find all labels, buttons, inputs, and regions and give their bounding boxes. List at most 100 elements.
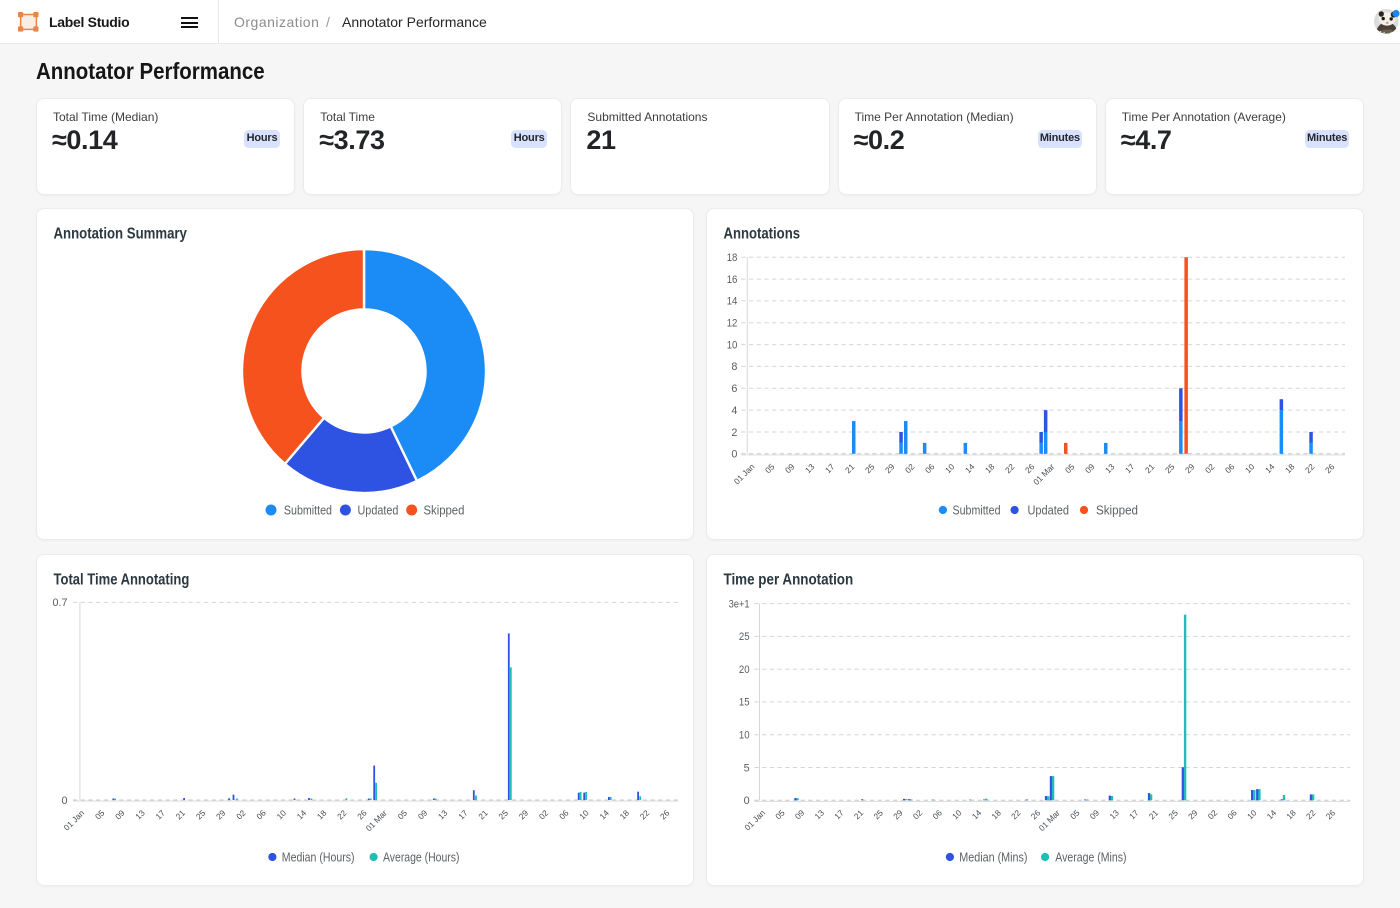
svg-text:15: 15: [739, 697, 750, 709]
svg-text:09: 09: [1088, 807, 1102, 821]
svg-text:22: 22: [335, 808, 349, 822]
svg-text:17: 17: [153, 808, 167, 822]
svg-text:0: 0: [61, 795, 67, 807]
svg-text:3e+1: 3e+1: [729, 598, 750, 610]
svg-text:14: 14: [1263, 461, 1277, 475]
svg-text:26: 26: [1029, 807, 1043, 821]
svg-text:21: 21: [174, 808, 188, 822]
svg-text:13: 13: [1103, 461, 1117, 475]
svg-text:18: 18: [989, 807, 1003, 821]
svg-text:Skipped: Skipped: [1096, 503, 1138, 517]
svg-text:29: 29: [891, 807, 905, 821]
svg-text:09: 09: [783, 461, 797, 475]
svg-text:05: 05: [395, 808, 409, 822]
svg-text:Annotations: Annotations: [724, 225, 801, 242]
svg-text:13: 13: [133, 808, 147, 822]
svg-text:13: 13: [436, 808, 450, 822]
svg-text:18: 18: [727, 252, 738, 264]
svg-text:17: 17: [456, 808, 470, 822]
svg-text:16: 16: [727, 274, 738, 286]
svg-text:Median (Mins): Median (Mins): [959, 850, 1027, 864]
svg-text:22: 22: [638, 808, 652, 822]
svg-text:05: 05: [773, 807, 787, 821]
svg-text:Updated: Updated: [358, 503, 399, 517]
svg-text:01 Jan: 01 Jan: [62, 808, 87, 833]
svg-text:6: 6: [731, 383, 737, 395]
svg-text:02: 02: [1206, 807, 1220, 821]
svg-text:22: 22: [1304, 807, 1318, 821]
svg-text:18: 18: [1284, 807, 1298, 821]
svg-text:06: 06: [930, 807, 944, 821]
svg-text:02: 02: [234, 808, 248, 822]
svg-text:01 Mar: 01 Mar: [1031, 461, 1056, 486]
svg-text:14: 14: [1265, 807, 1279, 821]
svg-text:09: 09: [1083, 461, 1097, 475]
svg-text:26: 26: [1324, 807, 1338, 821]
svg-text:25: 25: [1166, 807, 1180, 821]
svg-text:2: 2: [731, 427, 737, 439]
svg-text:25: 25: [1163, 461, 1177, 475]
svg-text:25: 25: [496, 808, 510, 822]
svg-text:14: 14: [970, 807, 984, 821]
svg-text:Average (Hours): Average (Hours): [383, 850, 460, 864]
svg-text:18: 18: [617, 808, 631, 822]
svg-text:14: 14: [295, 808, 309, 822]
svg-text:25: 25: [863, 461, 877, 475]
svg-text:Median (Hours): Median (Hours): [282, 850, 355, 864]
svg-text:8: 8: [731, 361, 737, 373]
svg-text:06: 06: [254, 808, 268, 822]
svg-text:01 Jan: 01 Jan: [732, 461, 757, 486]
svg-text:10: 10: [577, 808, 591, 822]
svg-text:18: 18: [315, 808, 329, 822]
svg-text:10: 10: [1243, 461, 1257, 475]
svg-text:18: 18: [983, 461, 997, 475]
svg-text:29: 29: [883, 461, 897, 475]
svg-text:Average (Mins): Average (Mins): [1055, 850, 1126, 864]
svg-text:Annotation Summary: Annotation Summary: [54, 225, 188, 242]
svg-text:17: 17: [823, 461, 837, 475]
svg-text:02: 02: [537, 808, 551, 822]
svg-text:21: 21: [852, 807, 866, 821]
svg-text:10: 10: [1245, 807, 1259, 821]
svg-text:09: 09: [793, 807, 807, 821]
svg-text:22: 22: [1003, 461, 1017, 475]
svg-text:Updated: Updated: [1028, 503, 1070, 517]
svg-text:22: 22: [1303, 461, 1317, 475]
svg-text:25: 25: [871, 807, 885, 821]
svg-text:05: 05: [763, 461, 777, 475]
svg-text:06: 06: [923, 461, 937, 475]
svg-text:02: 02: [911, 807, 925, 821]
svg-text:10: 10: [274, 808, 288, 822]
svg-text:25: 25: [739, 631, 750, 643]
svg-text:21: 21: [1147, 807, 1161, 821]
svg-text:21: 21: [1143, 461, 1157, 475]
svg-text:21: 21: [843, 461, 857, 475]
svg-text:05: 05: [1063, 461, 1077, 475]
svg-text:0: 0: [744, 795, 750, 807]
svg-text:0.7: 0.7: [52, 597, 67, 609]
svg-text:10: 10: [727, 339, 738, 351]
svg-text:13: 13: [803, 461, 817, 475]
svg-text:29: 29: [517, 808, 531, 822]
svg-text:17: 17: [1123, 461, 1137, 475]
svg-text:14: 14: [963, 461, 977, 475]
svg-text:Time per Annotation: Time per Annotation: [724, 571, 854, 588]
svg-text:Submitted: Submitted: [953, 503, 1001, 517]
svg-text:Submitted: Submitted: [284, 503, 332, 517]
svg-text:17: 17: [1127, 807, 1141, 821]
svg-text:21: 21: [476, 808, 490, 822]
svg-text:10: 10: [943, 461, 957, 475]
svg-text:06: 06: [1223, 461, 1237, 475]
svg-text:05: 05: [93, 808, 107, 822]
svg-text:06: 06: [557, 808, 571, 822]
svg-text:14: 14: [597, 808, 611, 822]
svg-text:06: 06: [1225, 807, 1239, 821]
svg-text:09: 09: [416, 808, 430, 822]
svg-text:01 Mar: 01 Mar: [1037, 808, 1062, 833]
svg-text:26: 26: [1023, 461, 1037, 475]
svg-text:02: 02: [903, 461, 917, 475]
svg-text:02: 02: [1203, 461, 1217, 475]
svg-text:29: 29: [1183, 461, 1197, 475]
svg-text:17: 17: [832, 807, 846, 821]
svg-text:Skipped: Skipped: [424, 503, 465, 517]
